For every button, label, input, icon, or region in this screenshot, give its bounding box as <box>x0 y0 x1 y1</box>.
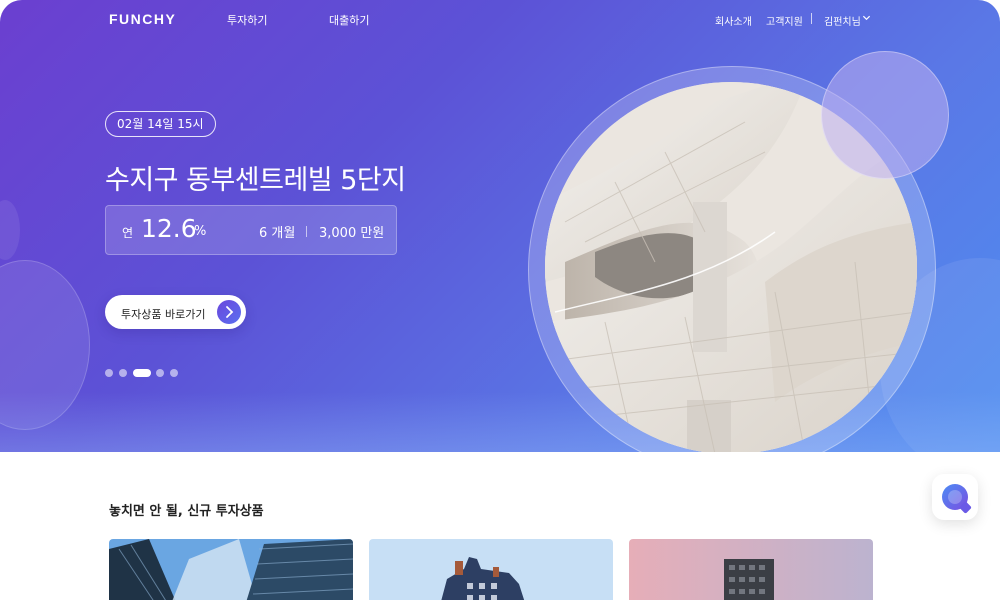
interest-rate: 12.6 <box>141 214 197 243</box>
page: FUNCHY 투자하기 대출하기 회사소개 고객지원 김펀치님 02월 14일 … <box>0 0 1000 600</box>
stat-divider <box>306 226 307 237</box>
hero-banner: FUNCHY 투자하기 대출하기 회사소개 고객지원 김펀치님 02월 14일 … <box>0 0 1000 452</box>
decorative-circle <box>0 200 20 260</box>
date-badge: 02월 14일 15시 <box>105 111 216 137</box>
nav-about[interactable]: 회사소개 <box>715 13 752 28</box>
product-card-3[interactable] <box>629 539 873 600</box>
product-stats: 연 12.6 % 6 개월 3,000 만원 <box>105 205 397 255</box>
nav-divider <box>811 13 812 24</box>
slide-dot-3[interactable] <box>133 369 151 377</box>
rate-prefix: 연 <box>122 226 134 240</box>
investment-amount: 3,000 만원 <box>319 226 385 241</box>
section-title: 놓치면 안 될, 신규 투자상품 <box>109 504 264 519</box>
chevron-down-icon[interactable] <box>862 13 871 25</box>
cta-label: 투자상품 바로가기 <box>121 308 206 321</box>
logo[interactable]: FUNCHY <box>109 11 176 27</box>
chat-button[interactable] <box>932 474 978 520</box>
slide-dot-1[interactable] <box>105 369 113 377</box>
invest-cta-button[interactable]: 투자상품 바로가기 <box>105 295 246 329</box>
user-menu[interactable]: 김펀치님 <box>824 13 861 28</box>
top-nav: FUNCHY 투자하기 대출하기 회사소개 고객지원 김펀치님 <box>0 0 1000 40</box>
decorative-bubble <box>821 51 949 179</box>
slide-dot-5[interactable] <box>170 369 178 377</box>
nav-loan[interactable]: 대출하기 <box>329 12 369 28</box>
rate-unit: % <box>194 224 207 239</box>
product-card-2[interactable] <box>369 539 613 600</box>
slide-dot-4[interactable] <box>156 369 164 377</box>
chevron-right-icon <box>217 300 241 324</box>
investment-term: 6 개월 <box>259 226 296 241</box>
product-card-1[interactable] <box>109 539 353 600</box>
product-title: 수지구 동부센트레빌 5단지 <box>105 165 406 196</box>
nav-invest[interactable]: 투자하기 <box>227 12 267 28</box>
chat-icon <box>942 484 968 510</box>
nav-support[interactable]: 고객지원 <box>766 13 803 28</box>
slide-dot-2[interactable] <box>119 369 127 377</box>
